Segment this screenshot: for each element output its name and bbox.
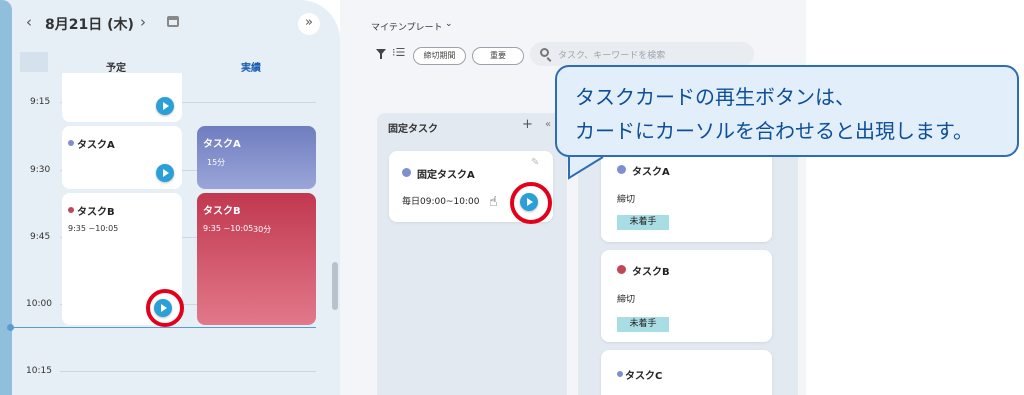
cursor-hand-icon: ☝ bbox=[489, 194, 498, 210]
clock-icon bbox=[617, 165, 626, 174]
timeline-header-spacer bbox=[20, 52, 48, 72]
grid-line bbox=[60, 371, 316, 372]
next-day-button[interactable]: › bbox=[140, 13, 146, 31]
status-badge: 未着手 bbox=[617, 215, 669, 230]
search-icon-handle bbox=[546, 57, 552, 62]
planned-card-title: タスクA bbox=[77, 140, 115, 151]
calendar-date: 8月21日 (木) bbox=[45, 17, 134, 33]
fixed-task-title: 固定タスクA bbox=[417, 170, 475, 181]
highlight-circle bbox=[510, 182, 552, 224]
task-label: 締切 bbox=[617, 195, 636, 205]
task-dot bbox=[68, 140, 74, 146]
callout-line-2: カードにカーソルを合わせると出現します。 bbox=[575, 119, 973, 143]
task-title: タスクC bbox=[625, 371, 663, 382]
planned-card[interactable] bbox=[62, 73, 182, 122]
play-button[interactable] bbox=[156, 164, 174, 182]
sort-icon[interactable]: ⁝☰ bbox=[392, 46, 405, 59]
task-label: 締切 bbox=[617, 295, 636, 305]
search-input[interactable]: タスク、キーワードを検索 bbox=[530, 42, 754, 66]
task-card-c[interactable]: タスクC bbox=[601, 350, 772, 395]
task-title: タスクB bbox=[632, 267, 670, 278]
calendar-panel: ‹ 8月21日 (木) › » 予定 実績 9:15 9:30 9:45 10:… bbox=[0, 0, 340, 395]
calendar-scrollbar[interactable] bbox=[332, 262, 338, 310]
current-time-marker bbox=[7, 324, 14, 331]
callout-line-1: タスクカードの再生ボタンは、 bbox=[575, 85, 855, 109]
chip-important[interactable]: 重要 bbox=[472, 47, 524, 65]
prev-day-button[interactable]: ‹ bbox=[26, 13, 32, 31]
collapse-fixed-button[interactable]: « bbox=[545, 119, 551, 130]
clock-icon bbox=[402, 168, 411, 177]
task-card-a[interactable]: タスクA 締切 未着手 bbox=[601, 150, 772, 242]
calendar-side-strip bbox=[0, 0, 12, 395]
search-icon bbox=[540, 48, 549, 57]
time-label: 9:45 bbox=[30, 232, 51, 242]
status-badge: 未着手 bbox=[617, 317, 669, 332]
planned-card-time: 9:35 ~10:05 bbox=[68, 224, 119, 233]
actual-card-duration: 30分 bbox=[253, 225, 272, 234]
column-actual: 実績 bbox=[241, 63, 261, 74]
filter-icon-stem bbox=[380, 54, 382, 59]
planned-card-task-a[interactable]: タスクA bbox=[62, 126, 182, 189]
time-label: 10:00 bbox=[26, 299, 52, 309]
add-fixed-task-button[interactable]: + bbox=[522, 117, 533, 132]
actual-card-task-b[interactable]: タスクB 9:35 ~10:05 30分 bbox=[197, 193, 316, 325]
collapse-panel-button[interactable]: » bbox=[298, 13, 320, 35]
highlight-circle bbox=[146, 289, 184, 327]
time-label: 10:15 bbox=[26, 366, 52, 376]
clock-icon bbox=[617, 265, 626, 274]
fixed-task-header: 固定タスク bbox=[388, 124, 438, 135]
actual-card-task-a[interactable]: タスクA 15分 bbox=[197, 126, 316, 189]
actual-card-title: タスクB bbox=[203, 206, 241, 217]
actual-card-title: タスクA bbox=[203, 139, 241, 150]
task-title: タスクA bbox=[632, 167, 670, 178]
callout-bubble: タスクカードの再生ボタンは、 カードにカーソルを合わせると出現します。 bbox=[555, 65, 1019, 157]
time-label: 9:30 bbox=[30, 165, 51, 175]
chevron-down-icon[interactable]: ⌄ bbox=[445, 19, 453, 29]
callout-tail bbox=[567, 156, 604, 180]
actual-card-duration: 15分 bbox=[207, 158, 226, 167]
calendar-icon[interactable] bbox=[167, 16, 179, 27]
fixed-task-schedule: 毎日09:00~10:00 bbox=[402, 197, 480, 207]
task-card-b[interactable]: タスクB 締切 未着手 bbox=[601, 250, 772, 342]
column-planned: 予定 bbox=[106, 63, 126, 74]
time-label: 9:15 bbox=[30, 97, 51, 107]
task-dot bbox=[68, 207, 74, 213]
task-dot bbox=[617, 371, 623, 377]
pin-icon[interactable]: ✎ bbox=[531, 157, 539, 168]
planned-card-title: タスクB bbox=[77, 207, 115, 218]
chip-deadline[interactable]: 締切期間 bbox=[413, 47, 466, 65]
actual-card-time: 9:35 ~10:05 bbox=[203, 224, 254, 233]
current-time-line bbox=[12, 327, 316, 328]
template-dropdown[interactable]: マイテンプレート bbox=[371, 20, 443, 33]
play-button[interactable] bbox=[156, 97, 174, 115]
search-placeholder: タスク、キーワードを検索 bbox=[558, 51, 666, 61]
